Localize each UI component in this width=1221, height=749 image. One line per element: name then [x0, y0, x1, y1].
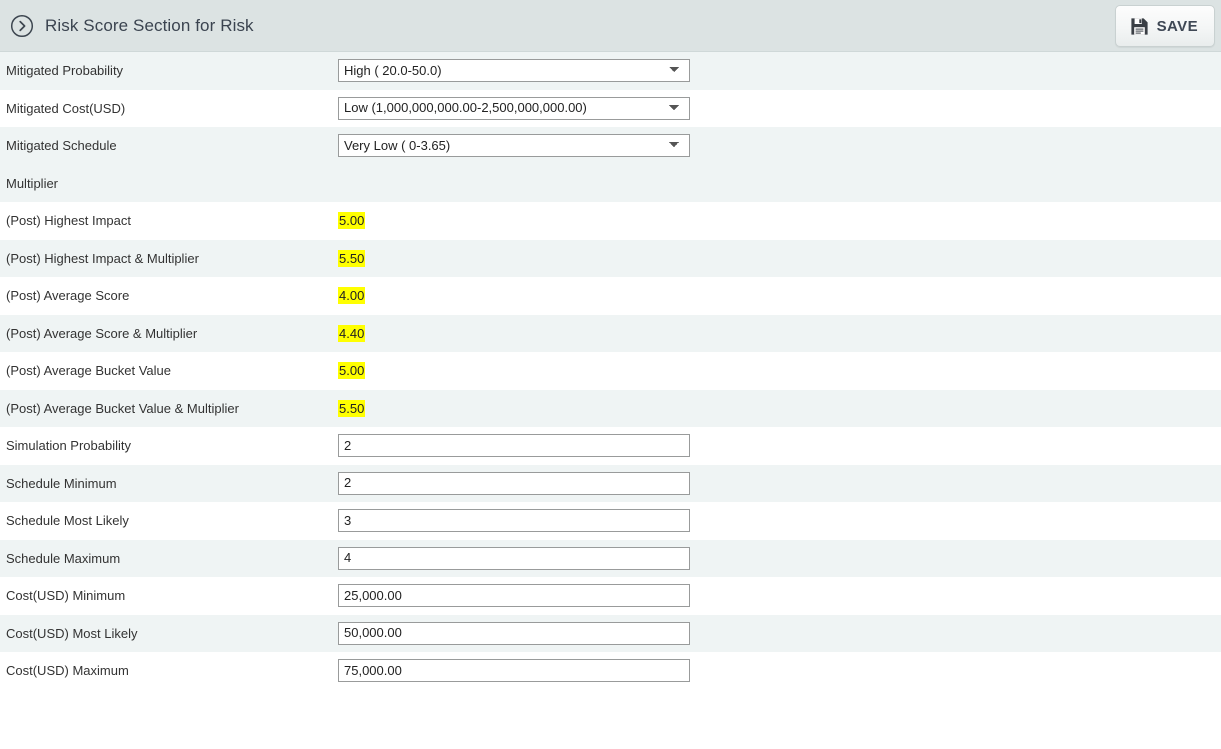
- label-schedule-minimum: Schedule Minimum: [6, 475, 117, 491]
- form-row-post-highest-impact-multiplier: (Post) Highest Impact & Multiplier 5.50: [0, 239, 1221, 277]
- form-row-post-average-bucket-value: (Post) Average Bucket Value 5.00: [0, 352, 1221, 390]
- form-row-mitigated-cost-usd: Mitigated Cost(USD) Low (1,000,000,000.0…: [0, 89, 1221, 127]
- label-post-average-bucket-value: (Post) Average Bucket Value: [6, 363, 172, 379]
- form-row-post-average-bucket-value-multiplier: (Post) Average Bucket Value & Multiplier…: [0, 389, 1221, 427]
- label-post-highest-impact: (Post) Highest Impact: [6, 213, 131, 229]
- mitigated-probability-select[interactable]: High ( 20.0-50.0): [338, 59, 690, 83]
- form-row-post-average-score: (Post) Average Score 4.00: [0, 277, 1221, 315]
- schedule-maximum-input[interactable]: [338, 546, 690, 570]
- label-mitigated-cost-usd: Mitigated Cost(USD): [6, 100, 126, 116]
- form-row-cost-usd-minimum: Cost(USD) Minimum: [0, 577, 1221, 615]
- label-post-average-bucket-value-multiplier: (Post) Average Bucket Value & Multiplier: [6, 400, 239, 416]
- label-post-average-score-multiplier: (Post) Average Score & Multiplier: [6, 325, 198, 341]
- value-post-average-score-multiplier: 4.40: [338, 324, 366, 342]
- cost-usd-minimum-input[interactable]: [338, 584, 690, 608]
- schedule-most-likely-input[interactable]: [338, 509, 690, 533]
- label-mitigated-probability: Mitigated Probability: [6, 63, 124, 79]
- page-title: Risk Score Section for Risk: [45, 15, 254, 35]
- panel-header: Risk Score Section for Risk SAVE: [0, 0, 1221, 52]
- label-schedule-maximum: Schedule Maximum: [6, 550, 121, 566]
- label-group-mitigated-schedule: Mitigated Schedule Multiplier: [0, 127, 338, 202]
- value-post-highest-impact-multiplier: 5.50: [338, 249, 366, 267]
- form-row-cost-usd-most-likely: Cost(USD) Most Likely: [0, 614, 1221, 652]
- label-simulation-probability: Simulation Probability: [6, 438, 132, 454]
- form-row-schedule-maximum: Schedule Maximum: [0, 539, 1221, 577]
- label-cost-usd-maximum: Cost(USD) Maximum: [6, 663, 129, 679]
- save-button-label: SAVE: [1156, 17, 1198, 35]
- schedule-minimum-input[interactable]: [338, 471, 690, 495]
- risk-score-form: Mitigated Probability High ( 20.0-50.0) …: [0, 52, 1221, 690]
- form-row-mitigated-schedule: Mitigated Schedule Multiplier Very Low (…: [0, 127, 1221, 202]
- label-mitigated-schedule: Mitigated Schedule: [6, 138, 117, 153]
- value-post-average-score: 4.00: [338, 287, 366, 305]
- value-post-average-bucket-value: 5.00: [338, 362, 366, 380]
- label-post-highest-impact-multiplier: (Post) Highest Impact & Multiplier: [6, 250, 199, 266]
- form-row-mitigated-probability: Mitigated Probability High ( 20.0-50.0): [0, 52, 1221, 90]
- form-row-post-highest-impact: (Post) Highest Impact 5.00: [0, 202, 1221, 240]
- value-post-average-bucket-value-multiplier: 5.50: [338, 399, 366, 417]
- save-button[interactable]: SAVE: [1114, 5, 1215, 47]
- form-rows: Mitigated Probability High ( 20.0-50.0) …: [0, 52, 1221, 690]
- cost-usd-most-likely-input[interactable]: [338, 621, 690, 645]
- form-row-cost-usd-maximum: Cost(USD) Maximum: [0, 652, 1221, 690]
- simulation-probability-input[interactable]: [338, 434, 690, 458]
- label-multiplier: Multiplier: [6, 175, 59, 191]
- label-schedule-most-likely: Schedule Most Likely: [6, 513, 129, 529]
- cost-usd-maximum-input[interactable]: [338, 659, 690, 683]
- value-post-highest-impact: 5.00: [338, 212, 366, 230]
- circle-chevron-right-icon[interactable]: [9, 13, 35, 39]
- mitigated-cost-usd-select[interactable]: Low (1,000,000,000.00-2,500,000,000.00): [338, 96, 690, 120]
- label-cost-usd-minimum: Cost(USD) Minimum: [6, 588, 126, 604]
- form-row-simulation-probability: Simulation Probability: [0, 427, 1221, 465]
- form-row-schedule-most-likely: Schedule Most Likely: [0, 502, 1221, 540]
- label-post-average-score: (Post) Average Score: [6, 288, 130, 304]
- form-row-schedule-minimum: Schedule Minimum: [0, 464, 1221, 502]
- floppy-disk-icon: [1130, 17, 1149, 36]
- mitigated-schedule-select[interactable]: Very Low ( 0-3.65): [338, 134, 690, 157]
- form-row-post-average-score-multiplier: (Post) Average Score & Multiplier 4.40: [0, 314, 1221, 352]
- label-cost-usd-most-likely: Cost(USD) Most Likely: [6, 625, 138, 641]
